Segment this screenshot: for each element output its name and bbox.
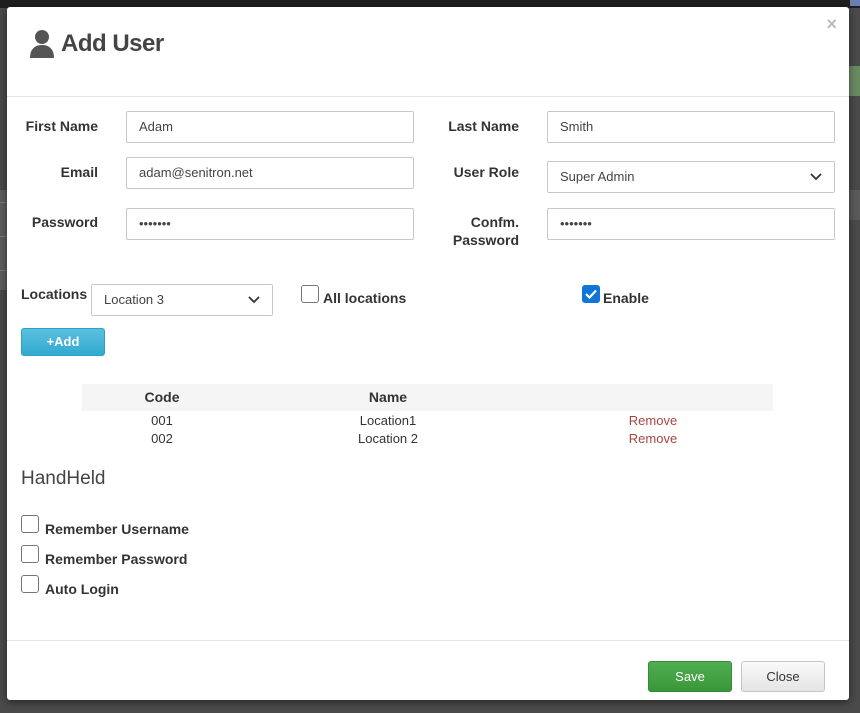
row-name: Location1 [359, 413, 417, 428]
locations-select[interactable]: Location 3 [91, 284, 273, 316]
remove-link[interactable]: Remove [618, 412, 688, 430]
enable-checkbox[interactable] [582, 285, 600, 303]
dialog-header: Add User × [7, 7, 849, 97]
close-button[interactable]: Close [741, 661, 825, 692]
row-code: 001 [151, 413, 173, 428]
first-name-input[interactable]: Adam [126, 111, 414, 143]
last-name-label: Last Name [448, 118, 519, 134]
all-locations-checkbox[interactable] [301, 285, 319, 303]
remove-link[interactable]: Remove [618, 430, 688, 448]
confirm-password-label: Confm. Password [427, 213, 519, 249]
chevron-down-icon [810, 173, 822, 181]
locations-label: Locations [21, 286, 88, 302]
remember-username-checkbox[interactable] [21, 515, 39, 533]
email-label: Email [60, 164, 98, 180]
table-row: 001 Location1 Remove [82, 412, 773, 430]
add-user-dialog: Add User × First Name Adam Last Name Smi… [7, 7, 849, 700]
confirm-password-label-line1: Confm. [470, 214, 519, 230]
confirm-password-label-line2: Password [452, 232, 519, 248]
auto-login-checkbox[interactable] [21, 575, 39, 593]
password-input[interactable]: ••••••• [126, 208, 414, 240]
column-header-code: Code [144, 389, 180, 405]
remember-password-checkbox[interactable] [21, 545, 39, 563]
locations-table-header: Code Name [82, 384, 773, 411]
check-icon [585, 289, 597, 300]
all-locations-label: All locations [323, 290, 407, 306]
dialog-title-text: Add User [61, 30, 164, 57]
save-button[interactable]: Save [648, 661, 732, 692]
backdrop-left-edge [0, 190, 7, 290]
enable-label: Enable [603, 290, 649, 306]
first-name-label: First Name [25, 118, 98, 134]
user-role-select[interactable]: Super Admin [547, 161, 835, 193]
table-row: 002 Location 2 Remove [82, 430, 773, 448]
last-name-input[interactable]: Smith [547, 111, 835, 143]
chevron-down-icon [248, 296, 260, 304]
password-label: Password [31, 214, 98, 230]
user-icon [30, 30, 54, 58]
row-name: Location 2 [358, 431, 418, 446]
locations-value: Location 3 [104, 292, 164, 307]
user-role-value: Super Admin [560, 169, 635, 184]
row-code: 002 [151, 431, 173, 446]
confirm-password-input[interactable]: ••••••• [547, 208, 835, 240]
remember-username-label: Remember Username [45, 521, 189, 537]
close-icon[interactable]: × [826, 15, 837, 33]
add-location-button[interactable]: +Add [21, 328, 105, 356]
user-role-label: User Role [453, 164, 519, 180]
handheld-section-title: HandHeld [21, 468, 106, 489]
dialog-title: Add User [29, 27, 164, 61]
auto-login-label: Auto Login [45, 581, 119, 597]
backdrop-flag [850, 0, 860, 6]
column-header-name: Name [368, 389, 408, 405]
remember-password-label: Remember Password [45, 551, 188, 567]
email-input[interactable]: adam@senitron.net [126, 157, 414, 189]
